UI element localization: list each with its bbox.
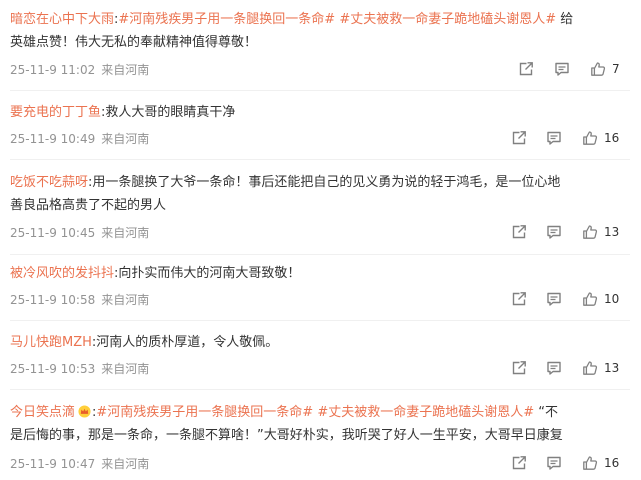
share-button[interactable] — [511, 358, 527, 378]
comment-button[interactable] — [546, 358, 562, 378]
topic-link[interactable]: #河南残疾男子用一条腿换回一条命# — [118, 12, 335, 27]
like-button[interactable]: 16 — [582, 453, 619, 473]
comment-text: 向扑实而伟大的河南大哥致敬！ — [118, 266, 301, 281]
comment-icon — [547, 225, 561, 239]
comment-icon — [547, 292, 561, 306]
comment-username[interactable]: 要充电的丁丁鱼 — [10, 105, 101, 120]
comment-username[interactable]: 暗恋在心中下大雨 — [10, 12, 114, 27]
like-icon — [583, 131, 598, 145]
share-button[interactable] — [511, 222, 527, 242]
comment-body: 被冷风吹的发抖抖:向扑实而伟大的河南大哥致敬！ — [10, 266, 301, 281]
share-icon — [512, 131, 526, 145]
comment-actions: 10 — [0, 289, 641, 309]
share-icon — [512, 292, 526, 306]
comment-body: 吃饭不吃蒜呀:用一条腿换了大爷一条命！事后还能把自己的见义勇为说的轻于鸿毛，是一… — [10, 175, 561, 213]
topic-link[interactable]: #丈夫被救一命妻子跪地磕头谢恩人# — [317, 405, 534, 420]
comment-icon — [547, 456, 561, 470]
comment-body: 今日笑点滴:#河南残疾男子用一条腿换回一条命# #丈夫被救一命妻子跪地磕头谢恩人… — [10, 405, 563, 443]
share-button[interactable] — [511, 289, 527, 309]
comment-actions: 13 — [0, 222, 641, 242]
comment-body: 要充电的丁丁鱼:救人大哥的眼睛真干净 — [10, 105, 236, 120]
divider — [10, 254, 630, 255]
comment-text: “不 — [534, 405, 559, 420]
comment-username[interactable]: 马儿快跑MZH — [10, 335, 92, 350]
like-icon — [583, 456, 598, 470]
comment-icon — [547, 131, 561, 145]
comment-icon — [547, 361, 561, 375]
comment-button[interactable] — [546, 453, 562, 473]
like-icon — [591, 62, 606, 76]
comment-text: 用一条腿换了大爷一条命！事后还能把自己的见义勇为说的轻于鸿毛，是一位心地 — [92, 175, 561, 190]
comment-text: 英雄点赞！伟大无私的奉献精神值得尊敬！ — [10, 35, 258, 50]
like-count: 13 — [604, 361, 620, 375]
comment-actions: 13 — [0, 358, 641, 378]
divider — [10, 159, 630, 160]
share-icon — [512, 361, 526, 375]
comment-actions: 16 — [0, 128, 641, 148]
comment-button[interactable] — [546, 289, 562, 309]
topic-link[interactable]: #河南残疾男子用一条腿换回一条命# — [96, 405, 313, 420]
divider — [10, 90, 630, 91]
divider — [10, 320, 630, 321]
comment-username[interactable]: 今日笑点滴 — [10, 405, 75, 420]
like-button[interactable]: 7 — [590, 59, 620, 79]
like-count: 10 — [604, 292, 620, 306]
share-button[interactable] — [511, 453, 527, 473]
comment-icon — [555, 62, 569, 76]
comment-button[interactable] — [546, 128, 562, 148]
like-button[interactable]: 13 — [582, 358, 619, 378]
comment-button[interactable] — [546, 222, 562, 242]
comment-text: 给 — [556, 12, 574, 27]
like-count: 16 — [604, 456, 620, 470]
comment-text: 救人大哥的眼睛真干净 — [105, 105, 236, 120]
like-count: 13 — [604, 225, 620, 239]
comment-username[interactable]: 吃饭不吃蒜呀 — [10, 175, 88, 190]
like-icon — [583, 361, 598, 375]
comment-button[interactable] — [554, 59, 570, 79]
topic-link[interactable]: #丈夫被救一命妻子跪地磕头谢恩人# — [339, 12, 556, 27]
comment-text: 河南人的质朴厚道，令人敬佩。 — [96, 335, 279, 350]
like-button[interactable]: 13 — [582, 222, 619, 242]
share-icon — [519, 62, 533, 76]
comment-actions: 16 — [0, 453, 641, 473]
like-icon — [583, 292, 598, 306]
like-icon — [583, 225, 598, 239]
comment-actions: 7 — [0, 59, 641, 79]
comment-username[interactable]: 被冷风吹的发抖抖 — [10, 266, 114, 281]
share-button[interactable] — [518, 59, 534, 79]
like-button[interactable]: 16 — [582, 128, 619, 148]
share-icon — [512, 456, 526, 470]
comment-body: 马儿快跑MZH:河南人的质朴厚道，令人敬佩。 — [10, 335, 279, 350]
comment-body: 暗恋在心中下大雨:#河南残疾男子用一条腿换回一条命# #丈夫被救一命妻子跪地磕头… — [10, 12, 574, 50]
like-count: 16 — [604, 131, 620, 145]
comment-text: 是后悔的事，那是一条命，一条腿不算啥！”大哥好朴实，我听哭了好人一生平安，大哥早… — [10, 428, 563, 443]
comment-text: 善良品格高贵了不起的男人 — [10, 198, 167, 213]
share-icon — [512, 225, 526, 239]
like-button[interactable]: 10 — [582, 289, 619, 309]
like-count: 7 — [612, 62, 620, 76]
divider — [10, 389, 630, 390]
vip-crown-icon — [78, 405, 91, 418]
share-button[interactable] — [511, 128, 527, 148]
